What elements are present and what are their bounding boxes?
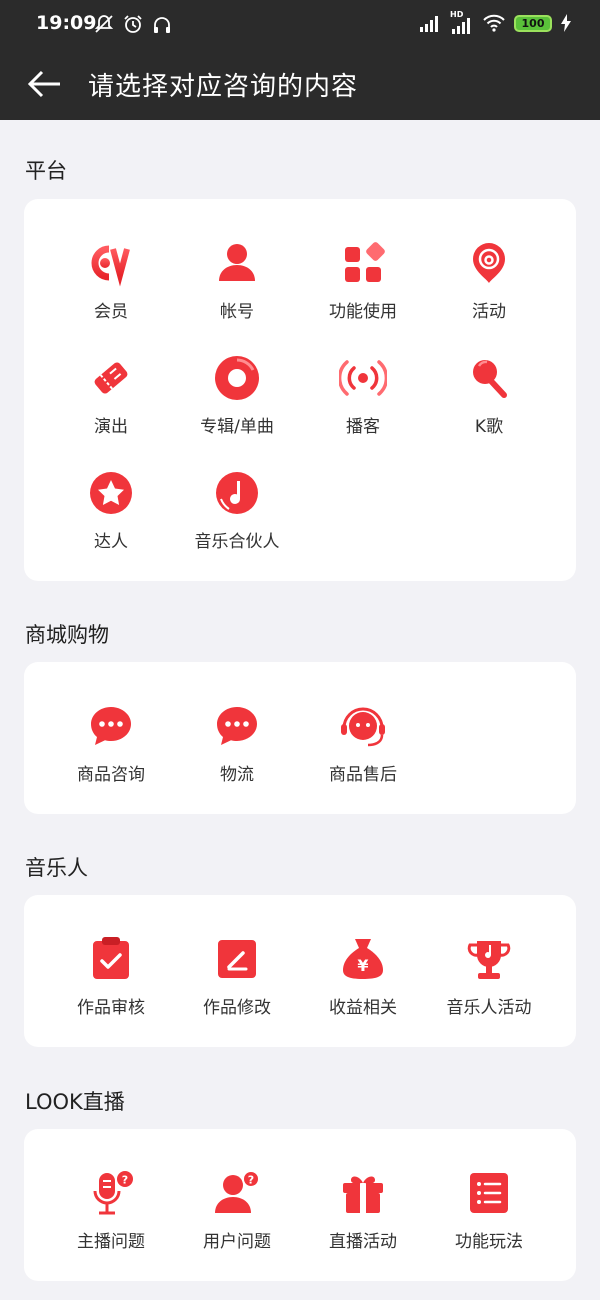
podcast-icon: [339, 360, 387, 396]
option-account[interactable]: 帐号: [174, 239, 300, 339]
option-host-issue[interactable]: ? 主播问题: [48, 1169, 174, 1269]
page-title: 请选择对应咨询的内容: [88, 72, 359, 102]
app-bar: 请选择对应咨询的内容: [0, 50, 600, 120]
status-bar: 19:09 HD 100: [0, 0, 600, 50]
clipboard-check-icon: [93, 937, 129, 979]
headphones-icon: [154, 17, 170, 33]
battery-icon: 100: [514, 14, 552, 32]
album-icon: [215, 356, 259, 400]
option-live-activity[interactable]: 直播活动: [300, 1169, 426, 1269]
option-after-sales[interactable]: 商品售后: [300, 702, 426, 802]
chat-icon: [217, 707, 257, 745]
option-star-creator[interactable]: 达人: [48, 469, 174, 569]
trophy-icon: [467, 941, 511, 979]
option-features[interactable]: 功能使用: [300, 239, 426, 339]
ticket-icon: [94, 362, 128, 394]
card-mall: 商品咨询 物流 商品售后: [24, 662, 576, 814]
arrow-left-icon: [27, 70, 60, 98]
section-title-mall: 商城购物: [25, 623, 109, 647]
option-music-partner[interactable]: 音乐合伙人: [174, 469, 300, 569]
option-user-issue[interactable]: ? 用户问题: [174, 1169, 300, 1269]
support-headset-icon: [341, 707, 385, 747]
features-icon: [345, 242, 385, 282]
chat-icon: [91, 707, 131, 745]
option-album[interactable]: 专辑/单曲: [174, 354, 300, 454]
mic-question-icon: ?: [93, 1171, 133, 1215]
vip-icon: [91, 245, 130, 287]
section-title-platform: 平台: [25, 159, 67, 183]
gift-icon: [343, 1176, 383, 1213]
mute-bell-icon: [94, 15, 114, 33]
user-question-icon: ?: [215, 1170, 260, 1213]
charging-icon: [561, 14, 571, 32]
back-button[interactable]: [24, 64, 64, 104]
card-look-live: ? 主播问题 ? 用户问题 直播活动 功能玩法: [24, 1129, 576, 1281]
option-musician-activity[interactable]: 音乐人活动: [426, 935, 552, 1035]
wifi-icon: [483, 14, 505, 32]
signal-icon: [420, 16, 438, 32]
star-icon: [90, 472, 132, 514]
money-bag-icon: ¥: [343, 939, 383, 979]
card-musician: 作品审核 作品修改 ¥ 收益相关 音乐人活动: [24, 895, 576, 1047]
svg-text:?: ?: [248, 1174, 254, 1187]
card-platform: 会员 帐号 功能使用 活动 演出 专辑/单曲 播客 K歌 达人 音乐合伙人: [24, 199, 576, 581]
hd-signal-icon: HD: [450, 10, 474, 34]
option-work-review[interactable]: 作品审核: [48, 935, 174, 1035]
svg-text:¥: ¥: [357, 956, 368, 975]
status-time: 19:09: [36, 12, 97, 34]
music-partner-icon: [216, 472, 258, 514]
svg-text:?: ?: [122, 1174, 128, 1187]
section-title-look-live: LOOK直播: [25, 1090, 125, 1114]
edit-icon: [218, 940, 256, 978]
karaoke-icon: [473, 360, 507, 398]
option-podcast[interactable]: 播客: [300, 354, 426, 454]
account-icon: [219, 244, 255, 281]
list-icon: [470, 1173, 508, 1213]
section-title-musician: 音乐人: [25, 856, 88, 880]
option-logistics[interactable]: 物流: [174, 702, 300, 802]
option-work-edit[interactable]: 作品修改: [174, 935, 300, 1035]
option-earnings[interactable]: ¥ 收益相关: [300, 935, 426, 1035]
activity-icon: [473, 243, 505, 283]
option-activity[interactable]: 活动: [426, 239, 552, 339]
option-feature-play[interactable]: 功能玩法: [426, 1169, 552, 1269]
option-karaoke[interactable]: K歌: [426, 354, 552, 454]
option-show[interactable]: 演出: [48, 354, 174, 454]
option-product-inquiry[interactable]: 商品咨询: [48, 702, 174, 802]
option-vip[interactable]: 会员: [48, 239, 174, 339]
alarm-icon: [124, 15, 142, 33]
